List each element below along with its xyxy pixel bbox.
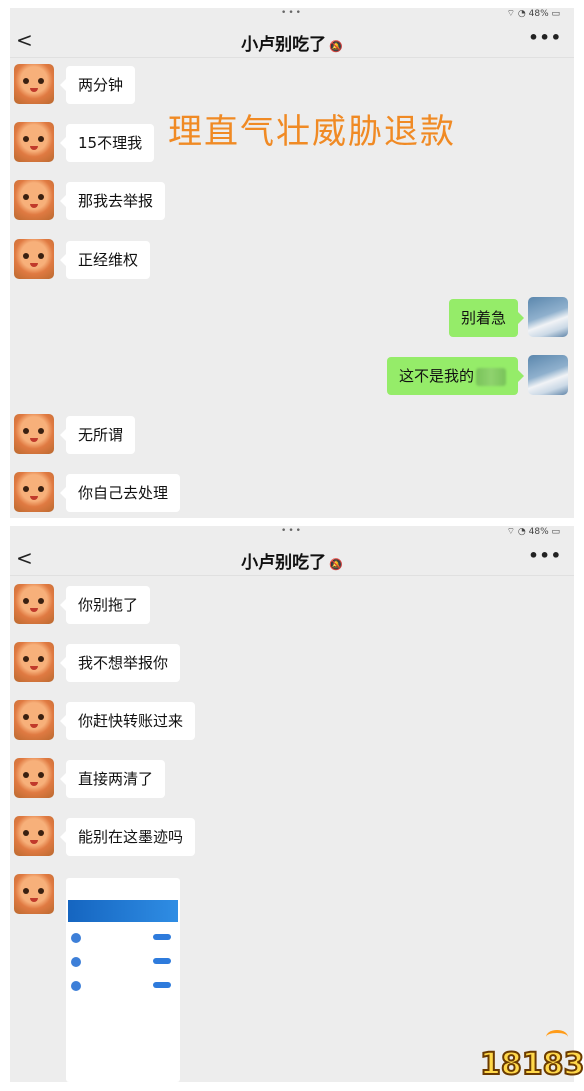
chat-title-text: 小卢别吃了 [241, 553, 327, 573]
contact-avatar[interactable] [14, 64, 54, 104]
overlay-caption: 理直气壮威胁退款 [168, 112, 456, 152]
status-dots: ••• [281, 526, 303, 536]
contact-avatar[interactable] [14, 180, 54, 220]
message-bubble[interactable]: 你别拖了 [59, 586, 151, 624]
more-icon[interactable]: ••• [528, 546, 562, 565]
thumb-banner [68, 900, 178, 922]
spark-icon [546, 1030, 568, 1044]
status-icons: ⌔ ◔ 48% ▭ [506, 9, 560, 19]
thumb-list-item [69, 952, 177, 976]
message-bubble[interactable]: 正经维权 [59, 241, 151, 279]
thumb-header [66, 888, 180, 900]
my-avatar[interactable] [528, 355, 568, 395]
chat-title: 小卢别吃了 🔕 [10, 548, 574, 573]
image-message[interactable] [66, 878, 180, 1082]
status-bar: ••• ⌔ ◔ 48% ▭ [10, 8, 574, 22]
chat-header: < 小卢别吃了 🔕 ••• [10, 22, 574, 58]
contact-avatar[interactable] [14, 472, 54, 512]
mute-icon: 🔕 [329, 40, 343, 53]
thumb-item-button [153, 982, 171, 988]
message-bubble-outgoing[interactable]: 这不是我的 [386, 357, 525, 395]
chat-title: 小卢别吃了 🔕 [10, 30, 574, 55]
watermark-text: 18183 [479, 1046, 584, 1083]
redacted-blur [476, 367, 506, 386]
status-icons: ⌔ ◔ 48% ▭ [506, 527, 560, 537]
status-dots: ••• [281, 8, 303, 18]
message-bubble[interactable]: 两分钟 [59, 66, 136, 104]
thumb-item-button [153, 958, 171, 964]
contact-avatar[interactable] [14, 642, 54, 682]
status-bar: ••• ⌔ ◔ 48% ▭ [10, 526, 574, 540]
message-bubble[interactable]: 你赶快转账过来 [59, 702, 196, 740]
message-bubble[interactable]: 那我去举报 [59, 182, 166, 220]
message-text: 这不是我的 [398, 367, 474, 385]
message-bubble[interactable]: 直接两清了 [59, 760, 166, 798]
contact-avatar[interactable] [14, 122, 54, 162]
thumb-item-icon [71, 933, 81, 943]
mute-icon: 🔕 [329, 558, 343, 571]
contact-avatar[interactable] [14, 239, 54, 279]
thumb-list-item [69, 976, 177, 1000]
more-icon[interactable]: ••• [528, 28, 562, 47]
thumb-item-icon [71, 957, 81, 967]
chat-title-text: 小卢别吃了 [241, 35, 327, 55]
thumb-status-bar [66, 878, 180, 888]
my-avatar[interactable] [528, 297, 568, 337]
contact-avatar[interactable] [14, 758, 54, 798]
contact-avatar[interactable] [14, 874, 54, 914]
thumb-item-icon [71, 981, 81, 991]
message-bubble[interactable]: 能别在这墨迹吗 [59, 818, 196, 856]
message-bubble-outgoing[interactable]: 别着急 [448, 299, 525, 337]
thumb-footer [66, 1000, 180, 1004]
chat-header: < 小卢别吃了 🔕 ••• [10, 540, 574, 576]
message-bubble[interactable]: 我不想举报你 [59, 644, 181, 682]
contact-avatar[interactable] [14, 816, 54, 856]
contact-avatar[interactable] [14, 414, 54, 454]
thumb-list-item [69, 928, 177, 952]
message-bubble[interactable]: 你自己去处理 [59, 474, 181, 512]
thumb-item-button [153, 934, 171, 940]
site-watermark-logo: 18183 [479, 1028, 584, 1086]
contact-avatar[interactable] [14, 700, 54, 740]
message-bubble[interactable]: 无所谓 [59, 416, 136, 454]
message-bubble[interactable]: 15不理我 [59, 124, 155, 162]
contact-avatar[interactable] [14, 584, 54, 624]
chat-screenshot-top: ••• ⌔ ◔ 48% ▭ < 小卢别吃了 🔕 ••• 两分钟 15不理我 那我去… [10, 8, 574, 518]
chat-screenshot-bottom: ••• ⌔ ◔ 48% ▭ < 小卢别吃了 🔕 ••• 你别拖了 我不想举报你 你… [10, 526, 574, 1082]
